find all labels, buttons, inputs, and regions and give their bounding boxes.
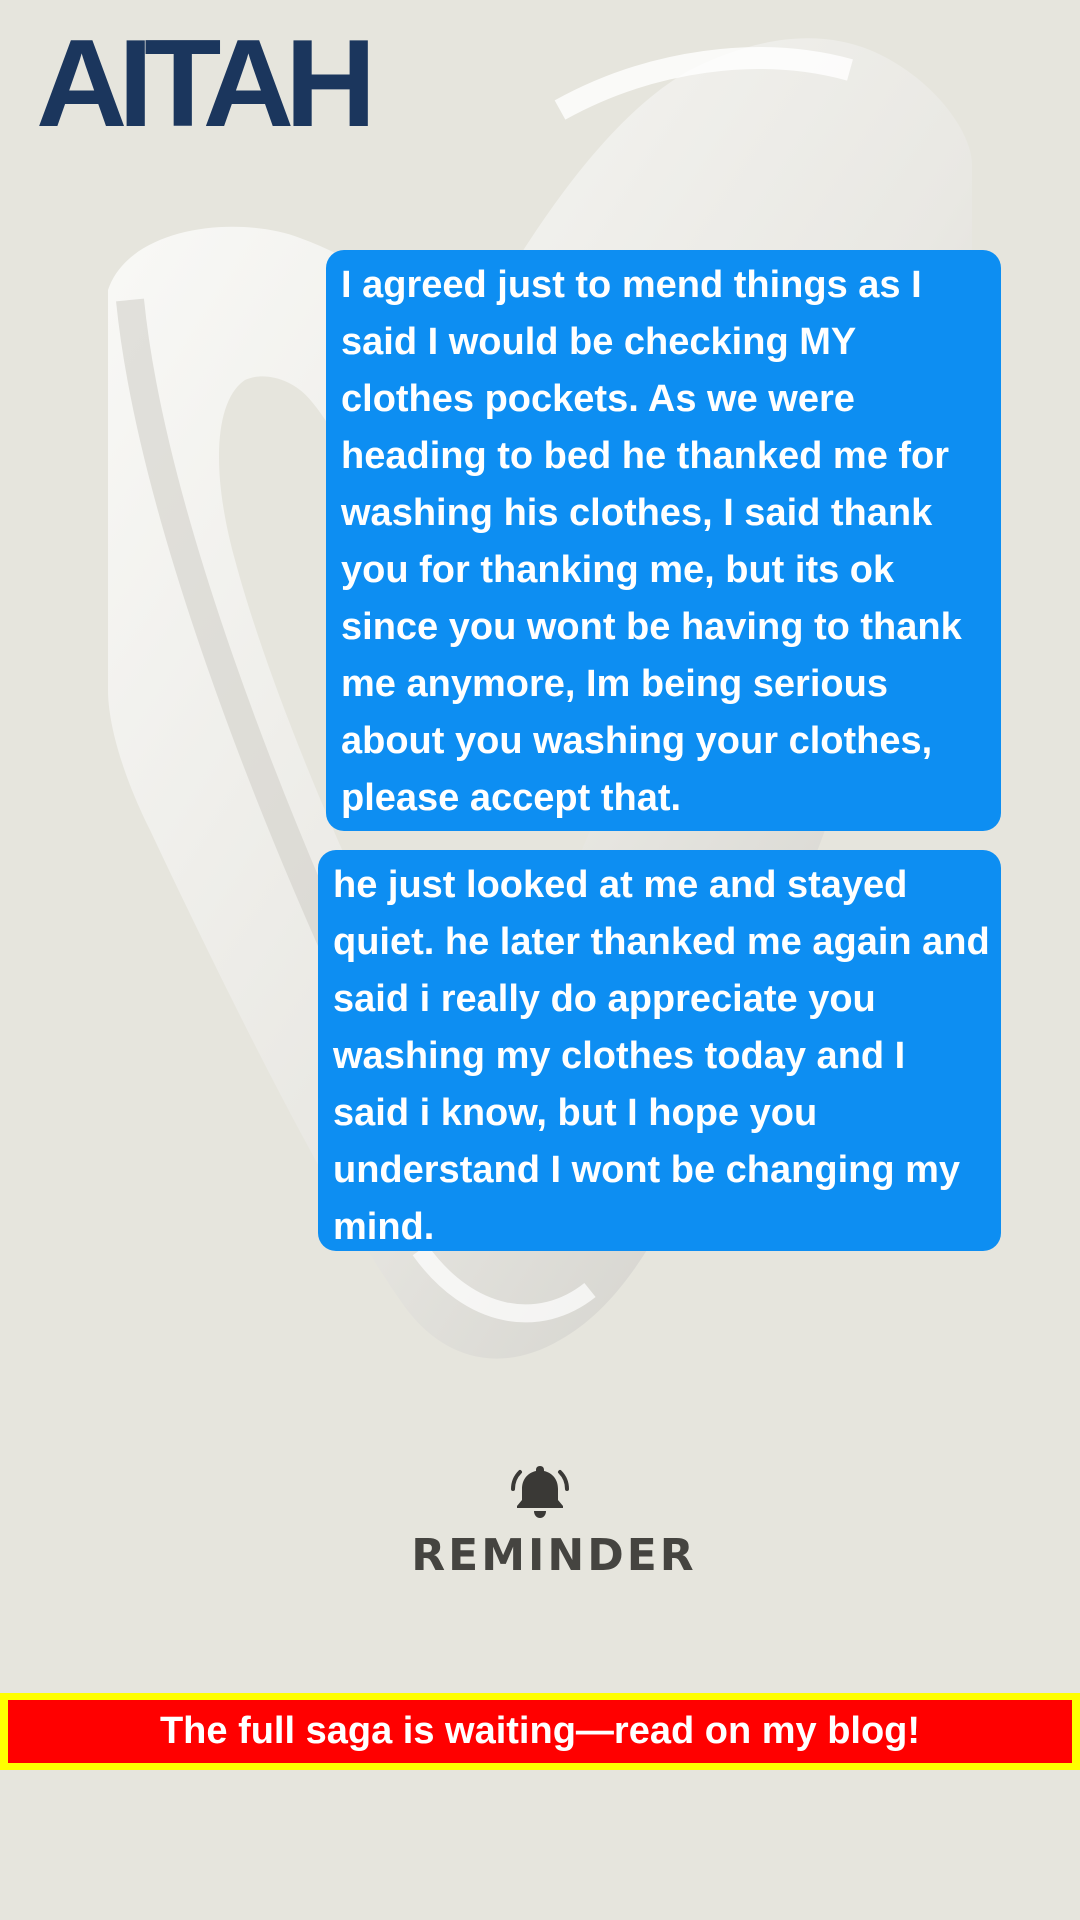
reminder-button[interactable]: REMINDER — [0, 1460, 1080, 1581]
message-bubble: I agreed just to mend things as I said I… — [326, 250, 1001, 831]
brand-logo: AITAH — [36, 15, 376, 153]
blog-cta-banner[interactable]: The full saga is waiting—read on my blog… — [0, 1693, 1080, 1770]
message-bubble: he just looked at me and stayed quiet. h… — [318, 850, 1001, 1251]
bell-icon — [511, 1466, 569, 1518]
reminder-label: REMINDER — [411, 1530, 697, 1581]
blog-cta-text[interactable]: The full saga is waiting—read on my blog… — [8, 1700, 1072, 1763]
